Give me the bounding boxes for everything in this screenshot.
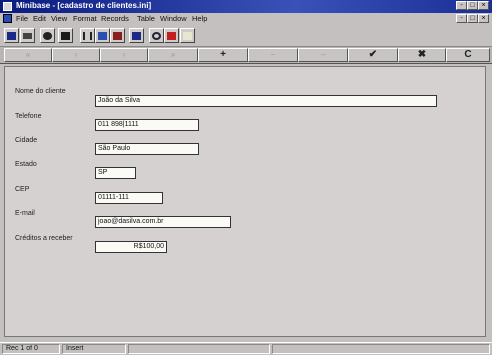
previous-record-button[interactable]: ‹	[52, 48, 100, 62]
menu-file[interactable]: File	[16, 14, 28, 23]
nome-label: Nome do cliente	[15, 88, 66, 95]
menu-view[interactable]: View	[51, 14, 67, 23]
menu-help[interactable]: Help	[192, 14, 207, 23]
blank-icon[interactable]	[180, 28, 195, 43]
paste-icon[interactable]	[110, 28, 125, 43]
doc-close-button[interactable]: ×	[478, 14, 489, 23]
preview-icon[interactable]	[40, 28, 55, 43]
close-button[interactable]: ×	[478, 1, 489, 10]
menu-bar: File Edit View Format Records Table Wind…	[0, 13, 492, 25]
delete-record-button[interactable]: −	[248, 48, 298, 62]
menu-table[interactable]: Table	[137, 14, 155, 23]
email-label: E-mail	[15, 210, 35, 217]
record-counter: Rec 1 of 0	[2, 344, 60, 354]
cidade-field[interactable]: São Paulo	[95, 143, 199, 155]
estado-field[interactable]: SP	[95, 167, 136, 179]
refresh-button[interactable]: C	[446, 48, 490, 62]
menu-format[interactable]: Format	[73, 14, 97, 23]
cep-field[interactable]: 01111-111	[95, 192, 163, 204]
minimize-button[interactable]: -	[456, 1, 467, 10]
title-bar: Minibase - [cadastro de clientes.ini] - …	[0, 0, 492, 13]
email-field[interactable]: joao@dasilva.com.br	[95, 216, 231, 228]
status-bar: Rec 1 of 0 Insert	[0, 342, 492, 355]
table-icon[interactable]	[58, 28, 73, 43]
document-icon[interactable]	[3, 14, 12, 23]
doc-minimize-button[interactable]: -	[456, 14, 467, 23]
save-icon[interactable]	[4, 28, 19, 43]
status-message	[128, 344, 270, 354]
status-extra	[272, 344, 490, 354]
app-icon[interactable]	[3, 2, 12, 11]
menu-edit[interactable]: Edit	[33, 14, 46, 23]
creditos-label: Créditos a receber	[15, 235, 73, 242]
cancel-record-button[interactable]: ✖	[398, 48, 446, 62]
form-icon[interactable]	[129, 28, 144, 43]
maximize-button[interactable]: □	[467, 1, 478, 10]
estado-label: Estado	[15, 161, 37, 168]
menu-records[interactable]: Records	[101, 14, 129, 23]
client-form: Nome do cliente João da Silva Telefone 0…	[4, 66, 486, 337]
add-record-button[interactable]: +	[198, 48, 248, 62]
telefone-label: Telefone	[15, 113, 42, 120]
cep-label: CEP	[15, 186, 30, 193]
window-title: Minibase - [cadastro de clientes.ini]	[16, 1, 152, 10]
telefone-field[interactable]: 011 898|1111	[95, 119, 199, 131]
nome-field[interactable]: João da Silva	[95, 95, 437, 107]
creditos-field[interactable]: R$100,00	[95, 241, 167, 253]
last-record-button[interactable]: »	[148, 48, 198, 62]
menu-window[interactable]: Window	[160, 14, 187, 23]
copy-icon[interactable]	[95, 28, 110, 43]
cut-icon[interactable]	[80, 28, 95, 43]
save-record-button[interactable]: ✔	[348, 48, 398, 62]
cidade-label: Cidade	[15, 137, 38, 144]
next-record-button[interactable]: ›	[100, 48, 148, 62]
print-icon[interactable]	[20, 28, 35, 43]
first-record-button[interactable]: «	[4, 48, 52, 62]
toolbar	[0, 25, 492, 47]
sort-icon[interactable]	[164, 28, 179, 43]
find-icon[interactable]	[149, 28, 164, 43]
record-navigation-bar: « ‹ › » + − – ✔ ✖ C	[0, 47, 492, 64]
edit-mode-indicator: Insert	[62, 344, 126, 354]
edit-record-button[interactable]: –	[298, 48, 348, 62]
doc-restore-button[interactable]: □	[467, 14, 478, 23]
